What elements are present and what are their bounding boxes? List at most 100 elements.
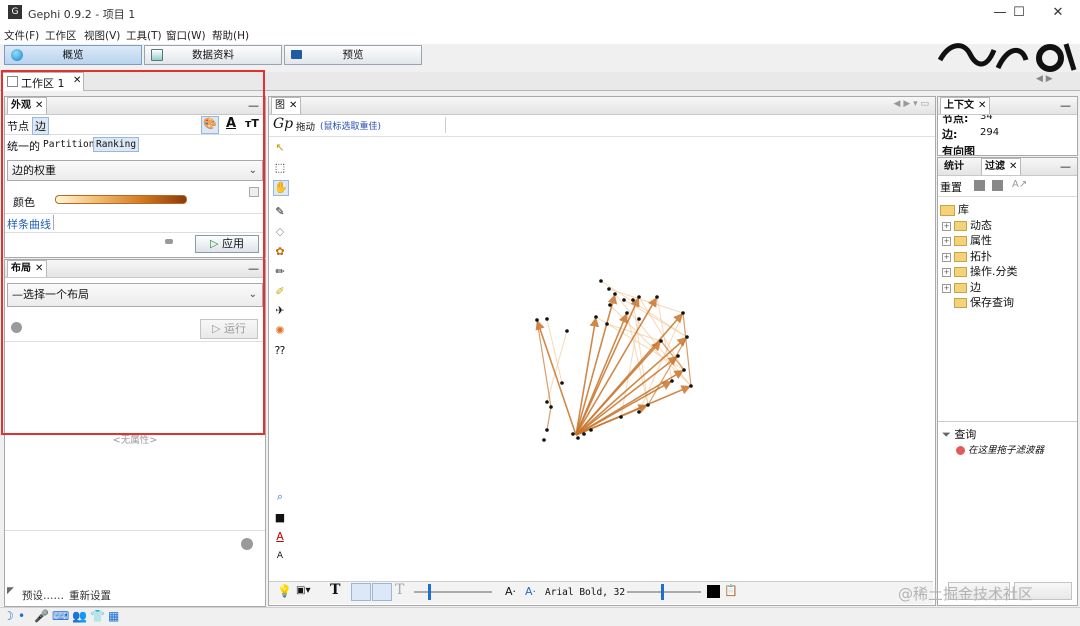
reset-layout-button[interactable]: 重新设置	[69, 588, 111, 603]
diamond-icon[interactable]: ◇	[273, 225, 287, 239]
tab-layout[interactable]: 布局 ✕	[7, 260, 48, 277]
label-scale-slider[interactable]	[627, 591, 701, 593]
rectangle-select-icon[interactable]: ⬚	[273, 161, 287, 175]
graph-close-icon[interactable]: ✕	[289, 100, 297, 111]
tree-item-dynamic[interactable]: + 动态	[942, 217, 992, 233]
color-palette-icon[interactable]: 🎨	[201, 116, 219, 134]
tab-unique[interactable]: 统一的	[7, 138, 40, 154]
grid-icon[interactable]: ▦	[108, 609, 119, 623]
close-button[interactable]: ✕	[1040, 2, 1076, 24]
tab-nodes[interactable]: 节点	[7, 118, 29, 134]
edge-scale-thumb[interactable]	[428, 584, 431, 600]
moon-icon[interactable]: ☽	[3, 609, 14, 623]
dots-icon[interactable]: •	[18, 609, 25, 623]
clipboard-icon[interactable]: 📋	[724, 584, 738, 597]
workspace-tab-close-icon[interactable]: ✕	[73, 75, 81, 86]
show-labels-icon[interactable]: T	[330, 582, 340, 598]
filter-search-icon[interactable]: A↗	[1012, 179, 1027, 190]
presets-button[interactable]: 预设……	[22, 588, 64, 603]
layout-minimize-button[interactable]: —	[248, 262, 259, 275]
edge-pencil-icon[interactable]: ✐	[273, 285, 287, 299]
lightbulb-icon[interactable]: 💡	[277, 584, 292, 598]
layout-help-icon[interactable]	[241, 538, 253, 550]
ranking-attribute-select[interactable]: 边的权重 ⌄	[7, 160, 263, 181]
menu-workspace[interactable]: 工作区	[45, 28, 77, 43]
layout-close-icon[interactable]: ✕	[35, 263, 43, 274]
font-name-label[interactable]: Arial Bold, 32	[545, 587, 625, 598]
context-close-icon[interactable]: ✕	[978, 100, 986, 111]
zoom-icon[interactable]: ⌕	[273, 490, 287, 504]
label-color-swatch[interactable]	[707, 585, 720, 598]
screenshot-icon[interactable]: ▣▾	[296, 585, 310, 596]
tab-appearance[interactable]: 外观 ✕	[7, 97, 48, 114]
tab-edges[interactable]: 边	[32, 117, 49, 135]
gradient-settings-icon[interactable]	[249, 187, 259, 197]
menu-tools[interactable]: 工具(T)	[126, 28, 162, 43]
graph-tab-nav-icon[interactable]: ◀ ▶ ▾ ▭	[894, 99, 929, 109]
tree-item-topology[interactable]: + 拓扑	[942, 248, 992, 264]
filters-close-icon[interactable]: ✕	[1009, 161, 1017, 172]
color-gradient-slider[interactable]	[55, 195, 187, 204]
tab-workspace-1[interactable]: 工作区 1 ✕	[2, 72, 84, 91]
select-arrow-icon[interactable]: ↖	[273, 141, 287, 155]
auto-apply-icon[interactable]	[165, 239, 173, 244]
label-color-icon[interactable]: A	[226, 116, 236, 131]
people-icon[interactable]: 👥	[72, 609, 87, 623]
drag-hand-icon[interactable]: ✋	[273, 180, 289, 196]
tab-statistics[interactable]: 统计	[940, 158, 968, 175]
edge-scale-slider[interactable]	[414, 591, 492, 593]
context-minimize-button[interactable]: —	[1060, 99, 1071, 112]
mode-preview-button[interactable]: 预览	[284, 45, 422, 65]
label-size-icon[interactable]: тT	[245, 117, 259, 130]
apply-button[interactable]: ▷ 应用	[195, 235, 259, 253]
queries-root[interactable]: ⏷ 查询	[942, 426, 976, 442]
tab-scroll-arrows-icon[interactable]: ◀ ▶	[1036, 74, 1053, 84]
tree-root[interactable]: 库	[940, 201, 969, 217]
font-size-up-button[interactable]: A·	[505, 585, 516, 598]
filters-minimize-button[interactable]: —	[1060, 160, 1071, 173]
shortest-path-icon[interactable]: ✈	[273, 304, 287, 318]
menu-file[interactable]: 文件(F)	[4, 28, 39, 43]
label-scale-thumb[interactable]	[661, 584, 664, 600]
filters-reset-button[interactable]: 重置	[940, 179, 962, 195]
tab-context[interactable]: 上下文 ✕	[940, 97, 991, 114]
menu-view[interactable]: 视图(V)	[84, 28, 120, 43]
font-size-icon[interactable]: A	[273, 549, 287, 563]
shirt-icon[interactable]: 👕	[90, 609, 105, 623]
filter-export-icon[interactable]	[992, 180, 1003, 191]
painter-icon[interactable]: ✎	[273, 205, 287, 219]
tab-graph[interactable]: 图 ✕	[271, 97, 302, 114]
filter-save-icon[interactable]	[974, 180, 985, 191]
edge-labels-icon[interactable]: T	[395, 582, 404, 598]
appearance-close-icon[interactable]: ✕	[35, 100, 43, 111]
layout-info-icon[interactable]	[11, 322, 22, 333]
menu-window[interactable]: 窗口(W)	[166, 28, 206, 43]
tab-ranking[interactable]: Ranking	[93, 137, 140, 152]
font-color-icon[interactable]: A	[273, 530, 287, 544]
tree-item-edges[interactable]: + 边	[942, 279, 981, 295]
pencil-icon[interactable]: ✏	[273, 265, 287, 279]
mode-overview-button[interactable]: 概览	[4, 45, 142, 65]
appearance-minimize-button[interactable]: —	[248, 99, 259, 112]
font-size-down-button[interactable]: A·	[525, 585, 536, 598]
keyboard-icon[interactable]: ⌨	[52, 609, 69, 623]
background-color-icon[interactable]: ■	[273, 511, 287, 525]
help-pointer-icon[interactable]: ⁇	[273, 344, 287, 358]
tree-item-operator[interactable]: + 操作.分类	[942, 263, 1018, 279]
tree-item-saved-queries[interactable]: 保存查询	[954, 294, 1014, 310]
edge-straight-icon[interactable]	[351, 583, 371, 601]
run-layout-button[interactable]: ▷ 运行	[200, 319, 258, 339]
tab-filters[interactable]: 过滤 ✕	[981, 158, 1022, 175]
mic-icon[interactable]: 🎤	[34, 609, 49, 623]
edge-color-icon[interactable]	[372, 583, 392, 601]
tab-partition[interactable]: Partition	[43, 139, 94, 150]
layout-select[interactable]: —选择一个布局 ⌄	[7, 283, 263, 307]
menu-help[interactable]: 帮助(H)	[212, 28, 249, 43]
spline-link[interactable]: 样条曲线	[7, 216, 51, 232]
heat-icon[interactable]: ✿	[273, 245, 287, 259]
graph-canvas[interactable]	[289, 137, 933, 580]
mode-data-button[interactable]: 数据资料	[144, 45, 282, 65]
gear-icon[interactable]: ✺	[273, 324, 287, 338]
tree-item-attributes[interactable]: + 属性	[942, 232, 992, 248]
maximize-button[interactable]: ☐	[1001, 2, 1037, 24]
